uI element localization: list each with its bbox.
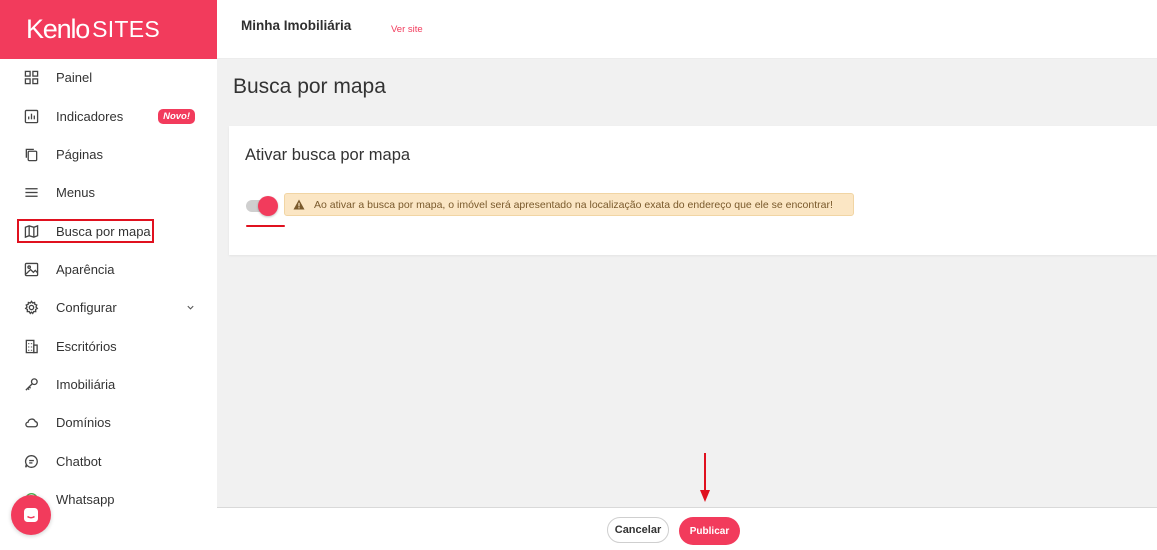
sidebar-item-label: Configurar xyxy=(56,299,117,315)
warning-alert: Ao ativar a busca por mapa, o imóvel ser… xyxy=(284,193,854,216)
sidebar: Kenlo SITES Painel Indicadores Novo! Pág… xyxy=(0,0,217,550)
image-icon xyxy=(24,262,39,277)
sidebar-item-configurar[interactable]: Configurar xyxy=(0,290,217,324)
bar-chart-icon xyxy=(24,109,39,124)
site-name: Minha Imobiliária xyxy=(241,18,352,33)
sidebar-item-label: Indicadores xyxy=(56,108,124,124)
sidebar-item-label: Menus xyxy=(56,184,96,200)
sidebar-item-indicadores[interactable]: Indicadores Novo! xyxy=(0,99,217,133)
sidebar-item-imobiliaria[interactable]: Imobiliária xyxy=(0,367,217,401)
cancel-button[interactable]: Cancelar xyxy=(607,517,669,543)
cloud-icon xyxy=(24,415,39,430)
sidebar-item-label: Aparência xyxy=(56,261,115,277)
warning-icon xyxy=(293,199,305,210)
sidebar-item-chatbot[interactable]: Chatbot xyxy=(0,444,217,478)
sidebar-item-escritorios[interactable]: Escritórios xyxy=(0,329,217,363)
sidebar-item-menus[interactable]: Menus xyxy=(0,175,217,209)
support-chat-button[interactable] xyxy=(11,495,51,535)
ver-site-link[interactable]: Ver site xyxy=(391,24,423,35)
menu-icon xyxy=(24,185,39,200)
publish-button[interactable]: Publicar xyxy=(679,517,740,545)
annotation-arrow xyxy=(700,453,710,502)
gear-icon xyxy=(24,299,39,315)
key-icon xyxy=(24,377,39,392)
brand-header: Kenlo SITES xyxy=(0,0,217,59)
annotation-highlight-box xyxy=(17,219,154,243)
sidebar-item-aparencia[interactable]: Aparência xyxy=(0,252,217,286)
sidebar-item-label: Escritórios xyxy=(56,338,117,354)
sidebar-item-label: Whatsapp xyxy=(56,491,115,507)
sidebar-item-label: Painel xyxy=(56,69,93,85)
grid-icon xyxy=(24,70,39,85)
sidebar-item-label: Imobiliária xyxy=(56,376,116,392)
map-search-toggle[interactable] xyxy=(246,196,278,216)
new-badge: Novo! xyxy=(158,108,195,124)
chat-bubble-icon xyxy=(24,454,39,469)
sidebar-item-paginas[interactable]: Páginas xyxy=(0,137,217,171)
sidebar-item-label: Páginas xyxy=(56,146,103,162)
top-bar: Minha Imobiliária Ver site xyxy=(217,0,1157,59)
pages-icon xyxy=(24,147,39,162)
card-title: Ativar busca por mapa xyxy=(245,146,411,164)
building-icon xyxy=(24,339,39,354)
chevron-down-icon xyxy=(187,305,194,310)
alert-text: Ao ativar a busca por mapa, o imóvel ser… xyxy=(314,198,833,211)
sidebar-item-label: Chatbot xyxy=(56,453,102,469)
chat-icon xyxy=(24,508,38,522)
sidebar-item-label: Domínios xyxy=(56,414,111,430)
sidebar-item-painel[interactable]: Painel xyxy=(0,60,217,94)
page-title: Busca por mapa xyxy=(233,75,386,98)
sidebar-item-dominios[interactable]: Domínios xyxy=(0,405,217,439)
settings-card: Ativar busca por mapa Ao ativar a busca … xyxy=(229,126,1157,255)
toggle-knob xyxy=(258,196,278,216)
footer-bar: Cancelar Publicar xyxy=(217,507,1157,550)
annotation-underline xyxy=(246,225,285,227)
kenlo-logo: Kenlo xyxy=(26,14,90,44)
sites-logo-text: SITES xyxy=(92,16,161,42)
